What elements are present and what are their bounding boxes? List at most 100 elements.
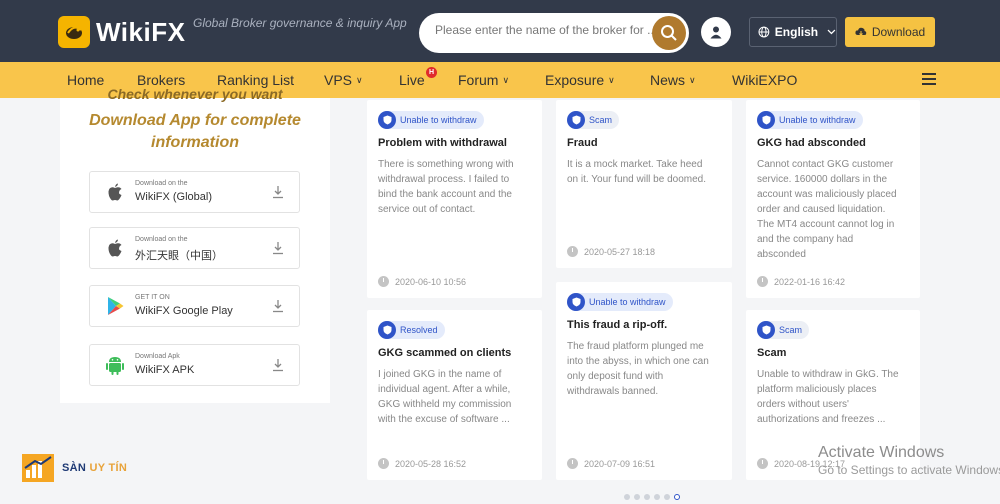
exposure-card[interactable]: Unable to withdraw This fraud a rip-off.… — [556, 282, 732, 480]
category-tag: Unable to withdraw — [378, 111, 484, 129]
pagination-dot[interactable] — [664, 494, 670, 500]
chevron-down-icon: ∨ — [356, 75, 363, 85]
search-button[interactable] — [652, 16, 686, 50]
nav-label: Exposure — [545, 72, 605, 88]
download-arrow-icon — [273, 300, 283, 313]
language-selector[interactable]: English — [749, 17, 837, 47]
card-title: GKG scammed on clients — [378, 347, 512, 359]
download-arrow-icon — [273, 186, 283, 199]
google-play-button[interactable]: GET IT ON WikiFX Google Play — [89, 285, 300, 327]
download-arrow-icon — [273, 242, 283, 255]
user-account-button[interactable] — [701, 17, 731, 47]
date-text: 2022-01-16 16:42 — [774, 276, 846, 287]
chevron-down-icon: ∨ — [608, 75, 615, 85]
android-apk-button[interactable]: Download Apk WikiFX APK — [89, 344, 300, 386]
panel-cut-heading: Check whenever you want — [107, 86, 283, 102]
nav-news[interactable]: News ∨ — [650, 72, 696, 88]
store-name: 外汇天眼（中国） — [135, 250, 223, 262]
nav-home[interactable]: Home — [67, 72, 104, 88]
wikifx-logo[interactable]: WikiFX — [58, 16, 185, 48]
tag-label: Scam — [779, 325, 803, 335]
nav-label: Forum — [458, 72, 499, 88]
google-play-icon — [108, 297, 124, 315]
card-title: Fraud — [567, 137, 598, 149]
exposure-card[interactable]: Resolved GKG scammed on clients I joined… — [367, 310, 542, 480]
pagination-dot[interactable] — [644, 494, 650, 500]
clock-icon — [757, 458, 768, 469]
card-body: I joined GKG in the name of individual a… — [378, 369, 512, 425]
store-caption: GET IT ON — [135, 294, 170, 301]
exposure-card[interactable]: Unable to withdraw GKG had absconded Can… — [746, 100, 920, 298]
tag-label: Resolved — [400, 325, 438, 335]
date-text: 2020-05-27 18:18 — [584, 246, 656, 257]
language-label: English — [774, 25, 819, 39]
card-title: GKG had absconded — [757, 137, 866, 149]
category-tag: Scam — [567, 111, 620, 129]
nav-label: VPS — [324, 72, 353, 88]
logo-text: WikiFX — [96, 16, 186, 47]
shield-bug-icon — [567, 293, 585, 311]
search-input[interactable] — [435, 23, 653, 37]
shield-bug-icon — [378, 111, 396, 129]
nav-vps[interactable]: VPS ∨ — [324, 72, 363, 88]
category-tag: Scam — [757, 321, 810, 339]
store-caption: Download on the — [135, 180, 188, 187]
carousel-pagination — [624, 494, 680, 500]
card-date: 2020-06-10 10:56 — [378, 276, 466, 287]
shield-bug-icon — [567, 111, 585, 129]
pagination-dot-active[interactable] — [674, 494, 680, 500]
clock-icon — [378, 276, 389, 287]
apple-icon — [108, 239, 122, 257]
tag-label: Unable to withdraw — [400, 115, 477, 125]
card-body: Cannot contact GKG customer service. 160… — [757, 159, 897, 260]
watermark-text-b: UY TÍN — [89, 462, 128, 474]
chevron-down-icon: ∨ — [689, 75, 696, 85]
header-tagline: Global Broker governance & inquiry App — [193, 16, 407, 30]
card-title: This fraud a rip-off. — [567, 319, 668, 331]
globe-icon — [758, 26, 770, 38]
download-label: Download — [871, 25, 926, 39]
store-caption: Download on the — [135, 236, 188, 243]
exposure-card[interactable]: Unable to withdraw Problem with withdraw… — [367, 100, 542, 298]
watermark-text-a: SÀN — [62, 462, 90, 474]
nav-exposure[interactable]: Exposure ∨ — [545, 72, 615, 88]
category-tag: Resolved — [378, 321, 445, 339]
card-body: The fraud platform plunged me into the a… — [567, 341, 709, 397]
tag-label: Unable to withdraw — [589, 297, 666, 307]
pagination-dot[interactable] — [624, 494, 630, 500]
download-button[interactable]: Download — [845, 17, 935, 47]
search-icon — [661, 25, 677, 41]
apple-icon — [108, 183, 122, 201]
search-bar — [419, 13, 689, 53]
card-date: 2022-01-16 16:42 — [757, 276, 845, 287]
store-name: WikiFX (Global) — [135, 191, 213, 203]
store-caption: Download Apk — [135, 353, 180, 360]
activate-windows-title: Activate Windows — [818, 444, 945, 461]
app-store-china-button[interactable]: Download on the 外汇天眼（中国） — [89, 227, 300, 269]
store-name: WikiFX Google Play — [135, 305, 233, 317]
download-arrow-icon — [273, 359, 283, 372]
store-name: WikiFX APK — [135, 364, 195, 376]
clock-icon — [567, 458, 578, 469]
tag-label: Unable to withdraw — [779, 115, 856, 125]
android-icon — [106, 357, 124, 375]
nav-forum[interactable]: Forum ∨ — [458, 72, 509, 88]
nav-live[interactable]: Live H — [399, 67, 437, 88]
hamburger-menu-icon[interactable] — [922, 73, 936, 88]
nav-wikiexpo[interactable]: WikiEXPO — [732, 72, 797, 88]
logo-icon — [58, 16, 90, 48]
activate-windows-subtitle: Go to Settings to activate Windows. — [818, 463, 1000, 477]
clock-icon — [378, 458, 389, 469]
nav-label: News — [650, 72, 686, 88]
card-date: 2020-07-09 16:51 — [567, 458, 655, 469]
tag-label: Scam — [589, 115, 613, 125]
pagination-dot[interactable] — [654, 494, 660, 500]
card-title: Problem with withdrawal — [378, 137, 507, 149]
app-store-global-button[interactable]: Download on the WikiFX (Global) — [89, 171, 300, 213]
exposure-card[interactable]: Scam Fraud It is a mock market. Take hee… — [556, 100, 732, 268]
pagination-dot[interactable] — [634, 494, 640, 500]
date-text: 2020-05-28 16:52 — [395, 458, 467, 469]
category-tag: Unable to withdraw — [757, 111, 863, 129]
live-badge: H — [426, 67, 437, 78]
shield-bug-icon — [378, 321, 396, 339]
